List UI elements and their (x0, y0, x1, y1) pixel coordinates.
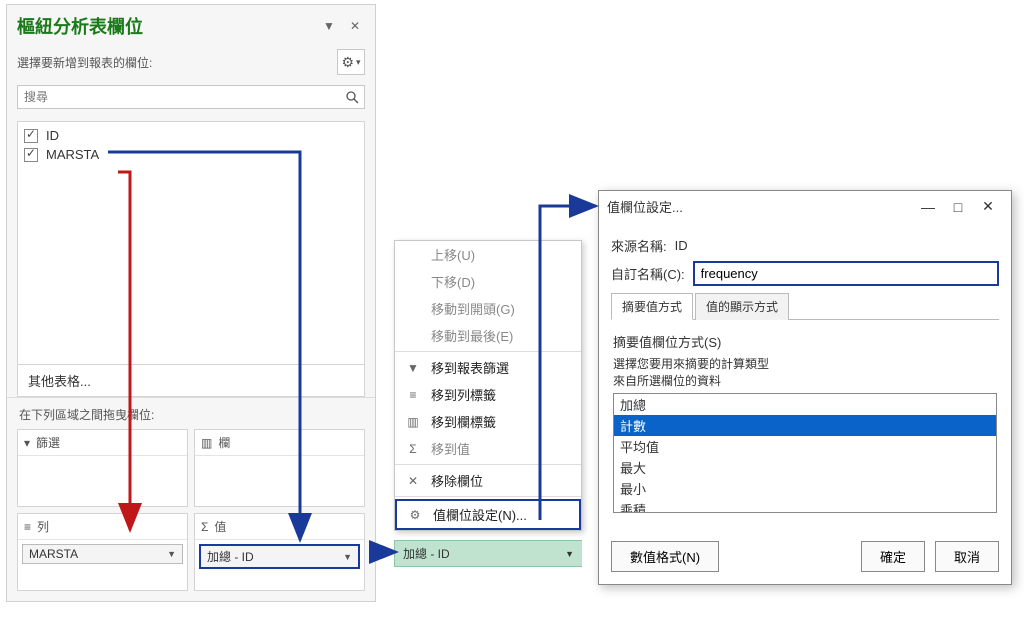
tab-summary[interactable]: 摘要值方式 (611, 293, 693, 320)
other-tables-link[interactable]: 其他表格... (17, 365, 365, 397)
summary-desc-1: 選擇您要用來摘要的計算類型 (613, 355, 997, 372)
columns-icon: ▥ (405, 415, 421, 429)
sigma-icon: Σ (405, 442, 421, 456)
custom-name-input[interactable] (693, 261, 999, 286)
menu-value-field-settings[interactable]: ⚙值欄位設定(N)... (395, 499, 581, 530)
aggregation-function-list[interactable]: 加總 計數 平均值 最大 最小 乘積 (613, 393, 997, 513)
x-icon: ✕ (405, 474, 421, 488)
source-value: ID (675, 238, 688, 253)
gear-icon: ⚙ (407, 508, 423, 522)
zone-values[interactable]: Σ值 加總 - ID ▼ (194, 513, 365, 591)
menu-move-to-filter[interactable]: ▼移到報表篩選 (395, 354, 581, 381)
maximize-icon[interactable]: □ (943, 199, 973, 215)
pill-label: MARSTA (29, 547, 78, 561)
menu-move-to-cols[interactable]: ▥移到欄標籤 (395, 408, 581, 435)
cancel-button[interactable]: 取消 (935, 541, 999, 572)
rows-icon: ≡ (405, 388, 421, 402)
number-format-button[interactable]: 數值格式(N) (611, 541, 719, 572)
source-label: 來源名稱: (611, 236, 667, 255)
chevron-down-icon: ▼ (565, 549, 574, 559)
pill-label: 加總 - ID (403, 545, 450, 562)
value-pill-sum-id[interactable]: 加總 - ID ▼ (199, 544, 360, 569)
func-max[interactable]: 最大 (614, 457, 996, 478)
field-item-id[interactable]: ID (24, 126, 358, 145)
drag-instruction: 在下列區域之間拖曳欄位: (7, 397, 375, 427)
func-min[interactable]: 最小 (614, 478, 996, 499)
ok-button[interactable]: 確定 (861, 541, 925, 572)
columns-icon: ▥ (201, 436, 212, 450)
checkbox-icon[interactable] (24, 148, 38, 162)
context-current-pill[interactable]: 加總 - ID ▼ (394, 540, 582, 567)
menu-move-begin: 移動到開頭(G) (395, 295, 581, 322)
zone-label: 列 (37, 518, 49, 535)
chevron-down-icon[interactable]: ▼ (167, 549, 176, 559)
pane-dropdown-icon[interactable]: ▼ (319, 19, 339, 33)
close-icon[interactable]: ✕ (345, 19, 365, 33)
zone-filter[interactable]: ▾ 篩選 (17, 429, 188, 507)
value-field-settings-dialog: 值欄位設定... — □ ✕ 來源名稱: ID 自訂名稱(C): 摘要值方式 值… (598, 190, 1012, 585)
available-fields-list: ID MARSTA (17, 121, 365, 365)
close-icon[interactable]: ✕ (973, 198, 1003, 215)
chevron-down-icon: ▾ (356, 57, 361, 68)
funnel-icon: ▾ (24, 436, 30, 450)
gear-icon: ⚙ (341, 54, 354, 71)
zone-label: 篩選 (36, 434, 60, 451)
menu-remove-field[interactable]: ✕移除欄位 (395, 467, 581, 494)
menu-move-to-values: Σ移到值 (395, 435, 581, 462)
tab-display[interactable]: 值的顯示方式 (695, 293, 789, 320)
zone-column[interactable]: ▥欄 (194, 429, 365, 507)
func-product[interactable]: 乘積 (614, 499, 996, 513)
zone-label: 值 (214, 518, 226, 535)
minimize-icon[interactable]: — (913, 199, 943, 215)
pill-label: 加總 - ID (207, 548, 254, 565)
func-average[interactable]: 平均值 (614, 436, 996, 457)
zone-label: 欄 (218, 434, 230, 451)
zone-row[interactable]: ≡ 列 MARSTA ▼ (17, 513, 188, 591)
menu-move-up: 上移(U) (395, 241, 581, 268)
rows-icon: ≡ (24, 520, 31, 534)
instruction-text: 選擇要新增到報表的欄位: (17, 54, 152, 71)
menu-move-end: 移動到最後(E) (395, 322, 581, 349)
field-label: MARSTA (46, 147, 99, 162)
row-pill-marsta[interactable]: MARSTA ▼ (22, 544, 183, 564)
chevron-down-icon[interactable]: ▼ (343, 552, 352, 562)
menu-move-down: 下移(D) (395, 268, 581, 295)
custom-name-label: 自訂名稱(C): (611, 264, 685, 283)
func-count[interactable]: 計數 (614, 415, 996, 436)
funnel-icon: ▼ (405, 361, 421, 375)
search-input[interactable] (18, 86, 340, 108)
pane-title: 樞紐分析表欄位 (17, 13, 313, 39)
drop-zones: ▾篩選 ▥欄 ≡列 MARSTA ▼ Σ值 加總 - ID ▼ (7, 427, 375, 601)
search-field-wrapper (17, 85, 365, 109)
field-label: ID (46, 128, 59, 143)
value-field-context-menu: 上移(U) 下移(D) 移動到開頭(G) 移動到最後(E) ▼移到報表篩選 ≡移… (394, 240, 582, 531)
pivot-fields-pane: 樞紐分析表欄位 ▼ ✕ 選擇要新增到報表的欄位: ⚙▾ ID MARSTA 其他… (6, 4, 376, 602)
checkbox-icon[interactable] (24, 129, 38, 143)
layout-options-button[interactable]: ⚙▾ (337, 49, 365, 75)
summary-heading: 摘要值欄位方式(S) (613, 332, 997, 351)
sigma-icon: Σ (201, 520, 208, 534)
summary-desc-2: 來自所選欄位的資料 (613, 372, 997, 389)
search-icon[interactable] (340, 86, 364, 108)
dialog-title: 值欄位設定... (607, 197, 913, 216)
field-item-marsta[interactable]: MARSTA (24, 145, 358, 164)
func-sum[interactable]: 加總 (614, 394, 996, 415)
menu-move-to-rows[interactable]: ≡移到列標籤 (395, 381, 581, 408)
